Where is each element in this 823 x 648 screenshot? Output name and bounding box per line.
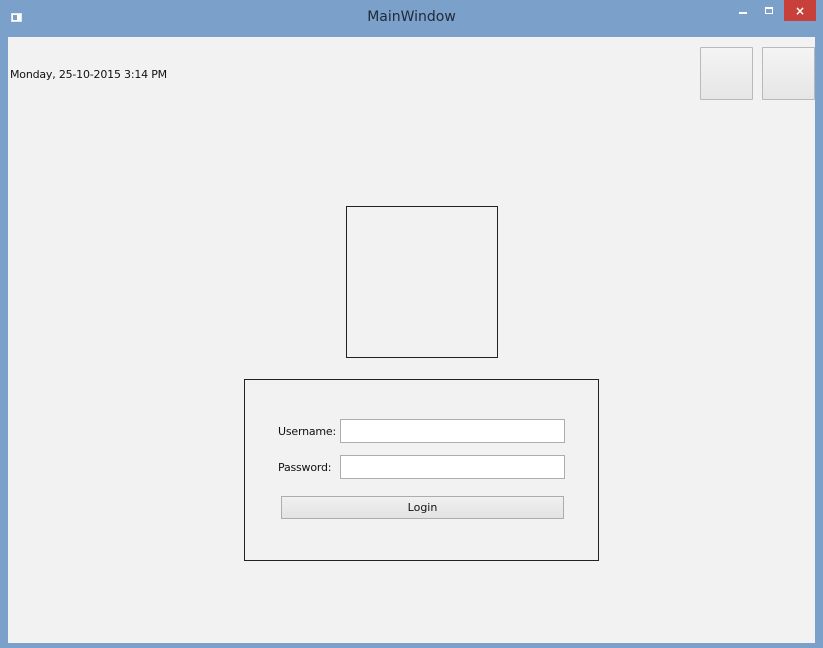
window-title: MainWindow <box>367 9 456 25</box>
datetime-label: Monday, 25-10-2015 3:14 PM <box>10 68 167 81</box>
password-field[interactable] <box>340 455 565 479</box>
username-field[interactable] <box>340 419 565 443</box>
top-right-button-1[interactable] <box>700 47 753 100</box>
login-button[interactable]: Login <box>281 496 564 519</box>
window-client-area: Monday, 25-10-2015 3:14 PM Username: Pas… <box>8 37 815 643</box>
close-icon: × <box>794 3 806 18</box>
title-bar[interactable]: MainWindow × <box>0 0 823 37</box>
login-group-box: Username: Password: Login <box>244 379 599 561</box>
image-frame <box>346 206 498 358</box>
password-label: Password: <box>278 461 332 474</box>
maximize-button[interactable] <box>756 0 782 21</box>
close-button[interactable]: × <box>784 0 816 21</box>
maximize-icon <box>765 7 773 14</box>
top-right-button-2[interactable] <box>762 47 815 100</box>
username-label: Username: <box>278 425 336 438</box>
minimize-icon <box>739 11 747 14</box>
main-window: MainWindow × Monday, 25-10-2015 3:14 PM … <box>0 0 823 648</box>
minimize-button[interactable] <box>730 0 756 21</box>
